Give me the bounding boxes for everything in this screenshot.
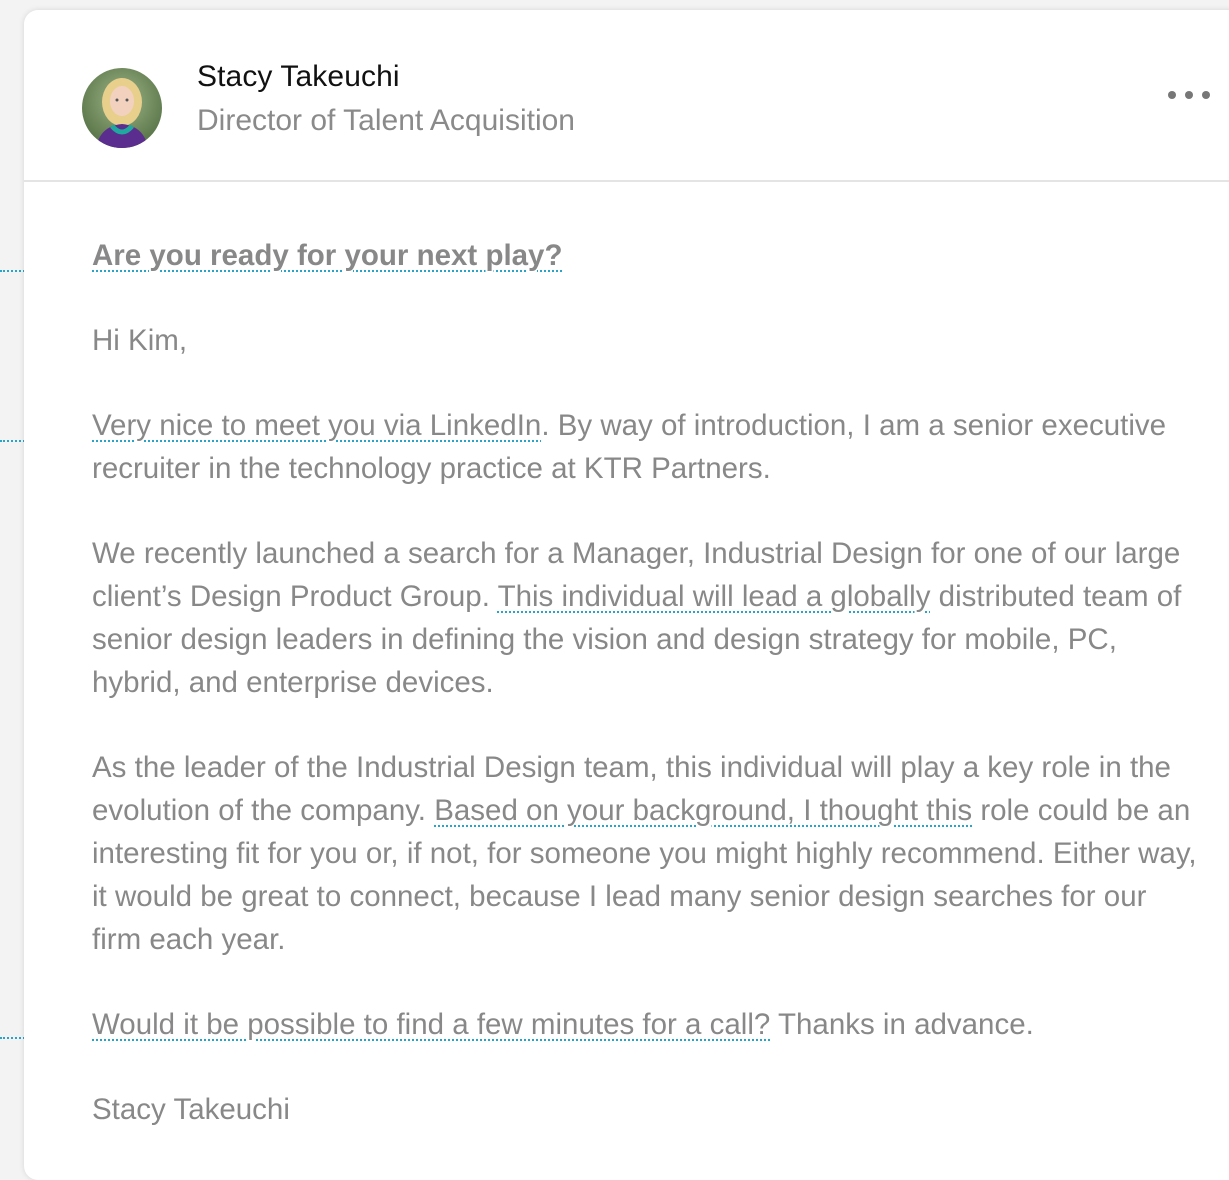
paragraph-call: Would it be possible to find a few minut… [92, 1003, 1202, 1046]
message-body: Are you ready for your next play? Hi Kim… [92, 234, 1202, 1131]
avatar-photo-icon [82, 68, 162, 148]
paragraph-search: We recently launched a search for a Mana… [92, 532, 1202, 704]
more-options-button[interactable] [1164, 78, 1224, 114]
sender-name[interactable]: Stacy Takeuchi [197, 60, 400, 94]
sender-title: Director of Talent Acquisition [197, 104, 575, 137]
avatar[interactable] [82, 68, 162, 148]
intro-highlight: Very nice to meet you via LinkedIn [92, 409, 542, 442]
message-subject: Are you ready for your next play? [92, 234, 1202, 277]
search-highlight: This individual will lead a globally [497, 580, 931, 613]
message-header: Stacy Takeuchi Director of Talent Acquis… [24, 10, 1229, 182]
greeting: Hi Kim, [92, 324, 188, 357]
paragraph-intro: Very nice to meet you via LinkedIn. By w… [92, 404, 1202, 490]
message-card: Stacy Takeuchi Director of Talent Acquis… [24, 10, 1229, 1180]
paragraph-role: As the leader of the Industrial Design t… [92, 746, 1202, 961]
subject-highlight: Are you ready for your next play? [92, 239, 563, 272]
call-text-rest: Thanks in advance. [770, 1008, 1034, 1041]
signature: Stacy Takeuchi [92, 1093, 290, 1126]
role-highlight: Based on your background, I thought this [434, 794, 973, 827]
more-horizontal-icon [1168, 91, 1210, 99]
call-highlight: Would it be possible to find a few minut… [92, 1008, 771, 1041]
